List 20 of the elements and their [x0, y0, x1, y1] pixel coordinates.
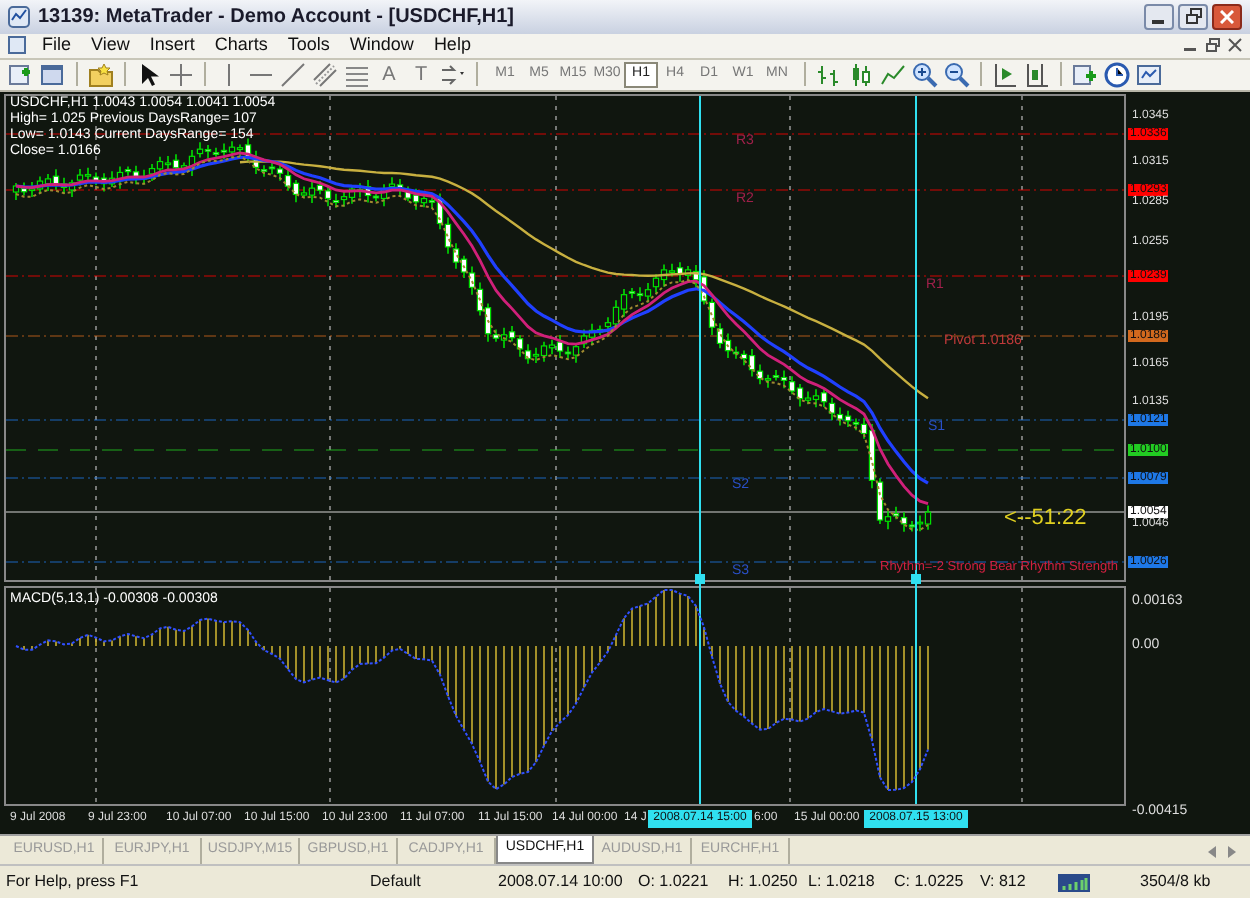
menu-item[interactable]: Window: [349, 32, 414, 60]
status-text: For Help, press F1: [4, 870, 141, 894]
status-text: L: 1.0218: [806, 870, 877, 894]
window-title: 13139: MetaTrader - Demo Account - [USDCHF,H1]: [38, 3, 515, 32]
menu-item[interactable]: File: [42, 32, 72, 60]
status-text: 3504/8 kb: [1138, 870, 1213, 894]
menu-item[interactable]: Tools: [287, 32, 330, 60]
status-text: H: 1.0250: [726, 870, 800, 894]
menu-item[interactable]: Charts: [214, 32, 268, 60]
countdown-text: <--51:22: [1004, 505, 1087, 530]
status-text: O: 1.0221: [636, 870, 711, 894]
menu-item[interactable]: View: [91, 32, 130, 60]
text-tool[interactable]: T: [408, 59, 434, 90]
text-tool[interactable]: A: [376, 59, 402, 90]
menu-item[interactable]: Help: [433, 32, 471, 60]
status-text: Default: [368, 870, 423, 894]
status-text: C: 1.0225: [892, 870, 966, 894]
menu-item[interactable]: Insert: [149, 32, 195, 60]
status-text: V: 812: [978, 870, 1028, 894]
status-text: 2008.07.14 10:00: [496, 870, 625, 894]
